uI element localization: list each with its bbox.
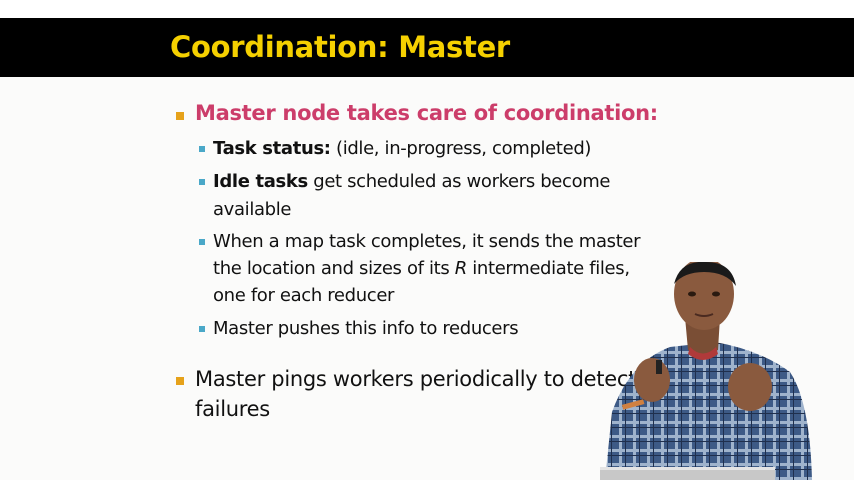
sub-bullet-2-rest: get scheduled as workers become <box>307 171 611 192</box>
sub-bullet-marker <box>199 239 205 245</box>
sub-bullet-3-line-2: the location and sizes of its R intermed… <box>213 258 630 279</box>
sub-bullet-3-italic-r: R <box>454 258 468 279</box>
presenter-video <box>600 262 812 480</box>
sub-bullet-1-bold: Task status: <box>213 138 331 159</box>
sub-bullet-3-line-2-a: the location and sizes of its <box>213 258 455 279</box>
bullet-2-line-1: Master pings workers periodically to det… <box>195 367 637 391</box>
slide-title: Coordination: Master <box>170 30 510 64</box>
sub-bullet-marker <box>199 326 205 332</box>
sub-bullet-4-text: Master pushes this info to reducers <box>213 318 519 339</box>
sub-bullet-marker <box>199 179 205 185</box>
sub-bullet-marker <box>199 146 205 152</box>
sub-bullet-1-rest: (idle, in-progress, completed) <box>330 138 592 159</box>
sub-bullet-3-line-3: one for each reducer <box>213 285 395 306</box>
sub-bullet-1-text: Task status: (idle, in-progress, complet… <box>213 138 591 159</box>
bullet-2-line-2: failures <box>195 397 270 421</box>
sub-bullet-2-line-1: Idle tasks get scheduled as workers beco… <box>213 171 611 192</box>
sub-bullet-2-line-2: available <box>213 199 292 220</box>
sub-bullet-2-bold: Idle tasks <box>213 171 308 192</box>
bullet-marker <box>176 377 184 385</box>
sub-bullet-3-line-1: When a map task completes, it sends the … <box>213 231 641 252</box>
bullet-marker <box>176 112 184 120</box>
bullet-1-text: Master node takes care of coordination: <box>195 101 658 125</box>
